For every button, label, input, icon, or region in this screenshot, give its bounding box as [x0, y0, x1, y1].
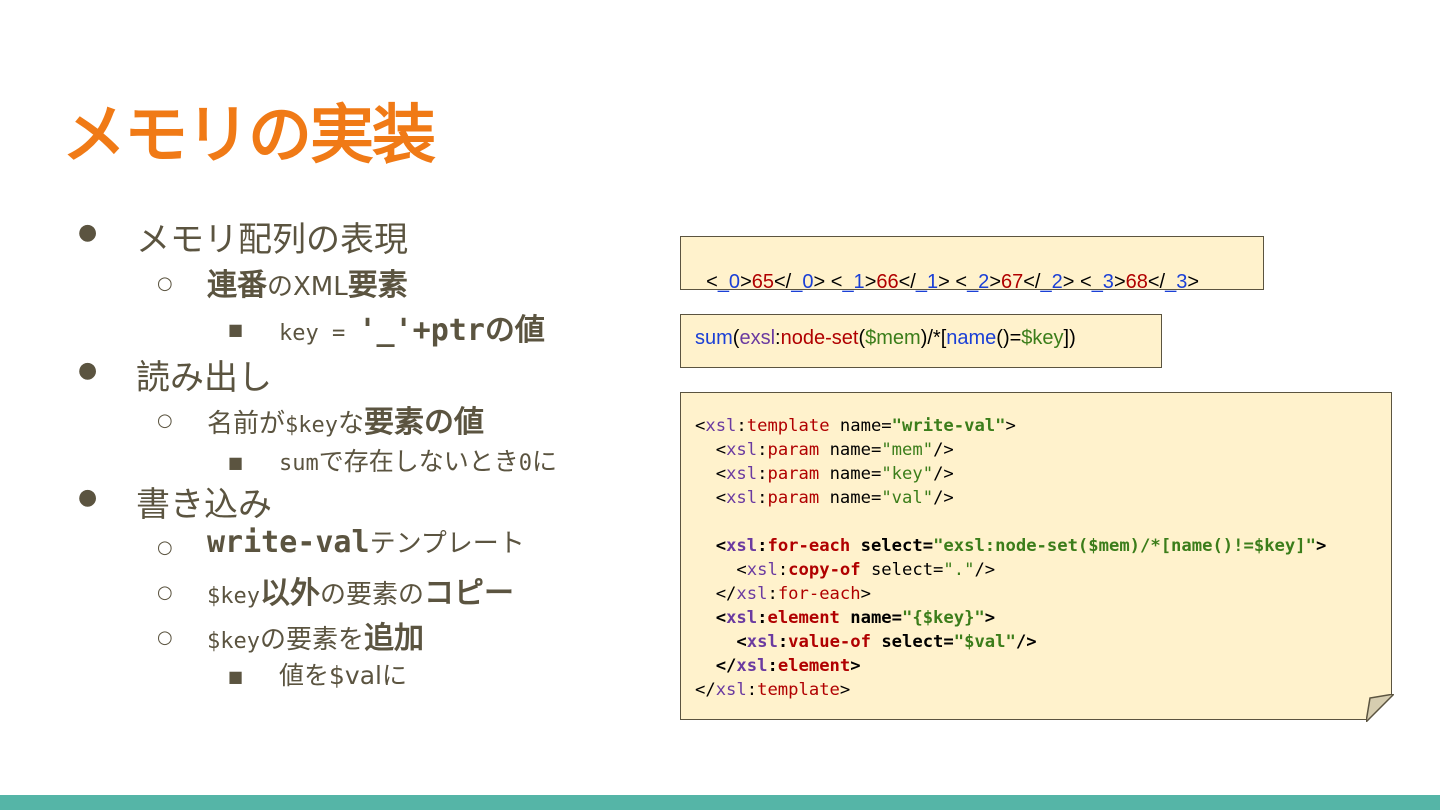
code-line: <xsl:value-of select="$val"/> — [736, 632, 1037, 652]
code-line: <xsl:element name="{$key}"> — [715, 608, 996, 628]
code-line: </xsl:element> — [715, 656, 861, 676]
xml-element-1: <_1>66</_1> — [830, 271, 950, 293]
page-fold-corner — [1366, 694, 1394, 722]
bullet-marker: ● — [78, 220, 98, 245]
code-line: <xsl:param name="mem"/> — [715, 440, 954, 460]
code-line: </xsl:for-each> — [715, 584, 871, 604]
bullet-list: ● メモリ配列の表現 ○ 連番のXML要素 ■ key = '_'+ptrの値 … — [0, 0, 660, 720]
code-box-sum-expression: sum(exsl:node-set($mem)/*[name()=$key]) — [680, 314, 1162, 368]
bullet-marker: ● — [78, 485, 98, 510]
sub-bullet-marker: ○ — [157, 410, 173, 431]
xml-element-3: <_3>68</_3> — [1080, 271, 1200, 293]
sub-sub-bullet-marker: ■ — [228, 667, 244, 686]
code-line: <xsl:for-each select="exsl:node-set($mem… — [715, 536, 1327, 556]
code-line: </xsl:template> — [695, 680, 851, 700]
sub-bullet-marker: ○ — [157, 537, 173, 558]
bullet-copy-others: $key以外の要素のコピー — [207, 576, 514, 611]
code-line: <xsl:copy-of select="."/> — [736, 560, 996, 580]
sub-sub-bullet-marker: ■ — [228, 320, 244, 339]
bullet-write: 書き込み — [136, 485, 272, 525]
bullet-sequential-elements: 連番のXML要素 — [207, 268, 408, 303]
footer-bar — [0, 795, 1440, 810]
code-line: <xsl:param name="val"/> — [715, 488, 954, 508]
bullet-read: 読み出し — [136, 358, 272, 398]
bullet-name-is-key: 名前が$keyな要素の値 — [207, 405, 485, 440]
code-box-xsl-template: <xsl:template name="write-val"> <xsl:par… — [680, 392, 1392, 720]
sub-bullet-marker: ○ — [157, 273, 173, 294]
bullet-set-value: 値を$valに — [279, 661, 407, 690]
bullet-key-expression: key = '_'+ptrの値 — [279, 313, 545, 348]
bullet-add-key-element: $keyの要素を追加 — [207, 621, 424, 656]
sub-sub-bullet-marker: ■ — [228, 453, 244, 472]
bullet-marker: ● — [78, 358, 98, 383]
code-line: <xsl:template name="write-val"> — [695, 416, 1016, 436]
bullet-memory-array: メモリ配列の表現 — [136, 220, 408, 260]
sub-bullet-marker: ○ — [157, 582, 173, 603]
sub-bullet-marker: ○ — [157, 627, 173, 648]
xml-element-2: <_2>67</_2> — [955, 271, 1075, 293]
bullet-sum-zero: sumで存在しないとき0に — [279, 447, 558, 476]
bullet-write-val-template: write-valテンプレート — [207, 525, 525, 560]
xml-element-0: <_0>65</_0> — [706, 271, 826, 293]
code-line: <xsl:param name="key"/> — [715, 464, 954, 484]
code-box-xml-elements: <_0>65</_0> <_1>66</_1> <_2>67</_2> <_3>… — [680, 236, 1264, 293]
